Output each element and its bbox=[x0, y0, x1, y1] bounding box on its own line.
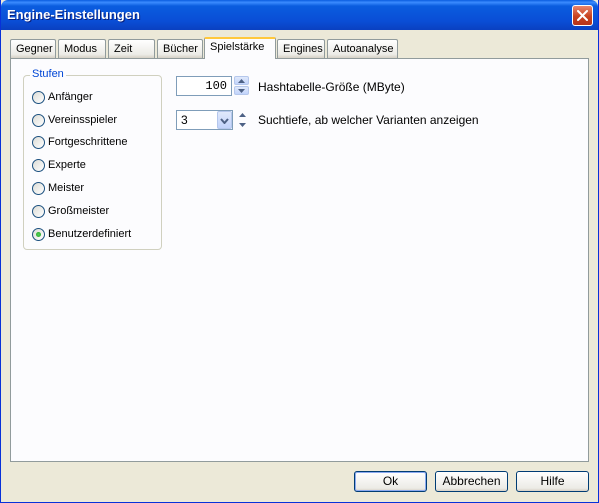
tab-panel-spielstaerke: Stufen Anfänger Vereinsspieler Fortgesch… bbox=[10, 58, 589, 462]
title-bar[interactable]: Engine-Einstellungen bbox=[1, 0, 598, 30]
tab-autoanalyse[interactable]: Autoanalyse bbox=[327, 39, 398, 58]
hash-size-label: Hashtabelle-Größe (MByte) bbox=[258, 80, 405, 94]
radio-label: Fortgeschrittene bbox=[48, 136, 128, 148]
close-button[interactable] bbox=[572, 5, 593, 26]
radio-label: Meister bbox=[48, 182, 85, 194]
search-depth-value: 3 bbox=[181, 113, 188, 127]
tab-gegner[interactable]: Gegner bbox=[10, 39, 56, 58]
hash-spin-up-button[interactable] bbox=[234, 76, 249, 85]
hash-spin-down-button[interactable] bbox=[234, 86, 249, 95]
radio-label: Anfänger bbox=[48, 91, 93, 103]
radio-button[interactable] bbox=[32, 114, 45, 127]
radio-label: Großmeister bbox=[48, 205, 110, 217]
help-button[interactable]: Hilfe bbox=[516, 471, 589, 492]
radio-button[interactable] bbox=[32, 182, 45, 195]
radio-button[interactable] bbox=[32, 228, 45, 241]
dialog-window: Engine-Einstellungen Gegner Modus Zeit B… bbox=[0, 0, 599, 503]
radio-button[interactable] bbox=[32, 205, 45, 218]
levels-group-title: Stufen bbox=[30, 68, 66, 80]
depth-spin-up-button[interactable] bbox=[235, 110, 250, 119]
arrow-down-icon bbox=[238, 89, 245, 93]
arrow-up-icon bbox=[239, 113, 246, 117]
radio-label: Experte bbox=[48, 159, 86, 171]
cancel-button[interactable]: Abbrechen bbox=[435, 471, 508, 492]
radio-button[interactable] bbox=[32, 159, 45, 172]
radio-label: Vereinsspieler bbox=[48, 114, 118, 126]
arrow-up-icon bbox=[238, 79, 245, 83]
radio-label: Benutzerdefiniert bbox=[48, 228, 132, 240]
depth-spin-down-button[interactable] bbox=[235, 120, 250, 129]
window-title: Engine-Einstellungen bbox=[7, 7, 140, 22]
radio-button[interactable] bbox=[32, 91, 45, 104]
tab-spielstaerke[interactable]: Spielstärke bbox=[204, 37, 276, 59]
levels-group: Stufen Anfänger Vereinsspieler Fortgesch… bbox=[23, 68, 162, 250]
search-depth-dropdown-button[interactable] bbox=[217, 111, 232, 129]
hash-size-spinner bbox=[234, 76, 249, 96]
search-depth-label: Suchtiefe, ab welcher Varianten anzeigen bbox=[258, 113, 479, 127]
arrow-down-icon bbox=[239, 123, 246, 127]
close-icon bbox=[577, 10, 588, 21]
tab-modus[interactable]: Modus bbox=[58, 39, 106, 58]
tab-buecher[interactable]: Bücher bbox=[157, 39, 203, 58]
tab-zeit[interactable]: Zeit bbox=[108, 39, 155, 58]
hash-size-input[interactable]: 100 bbox=[176, 76, 232, 96]
radio-selected-dot bbox=[36, 232, 41, 237]
tab-engines[interactable]: Engines bbox=[277, 39, 325, 58]
radio-button[interactable] bbox=[32, 136, 45, 149]
chevron-down-icon bbox=[220, 118, 229, 124]
ok-button[interactable]: Ok bbox=[354, 471, 427, 492]
search-depth-spinner bbox=[235, 110, 250, 130]
